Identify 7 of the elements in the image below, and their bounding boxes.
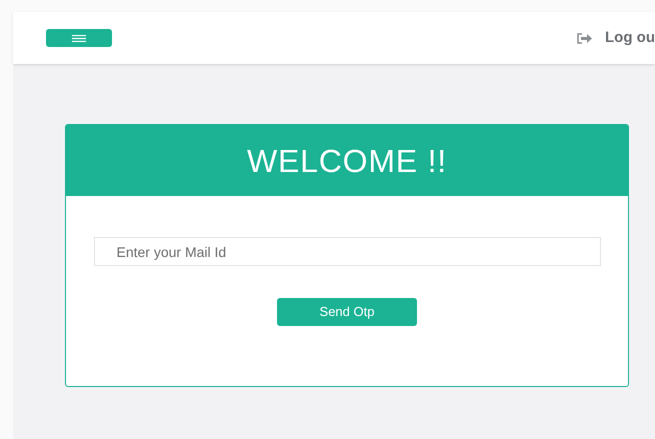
menu-icon [72, 34, 86, 42]
email-field[interactable]: Enter your Mail Id [94, 237, 600, 266]
logout-icon [577, 32, 594, 44]
logout-link[interactable]: Log ou [577, 26, 655, 50]
send-otp-button[interactable]: Send Otp [277, 298, 417, 326]
menu-button[interactable] [46, 29, 112, 47]
welcome-title: WELCOME !! [246, 142, 447, 180]
